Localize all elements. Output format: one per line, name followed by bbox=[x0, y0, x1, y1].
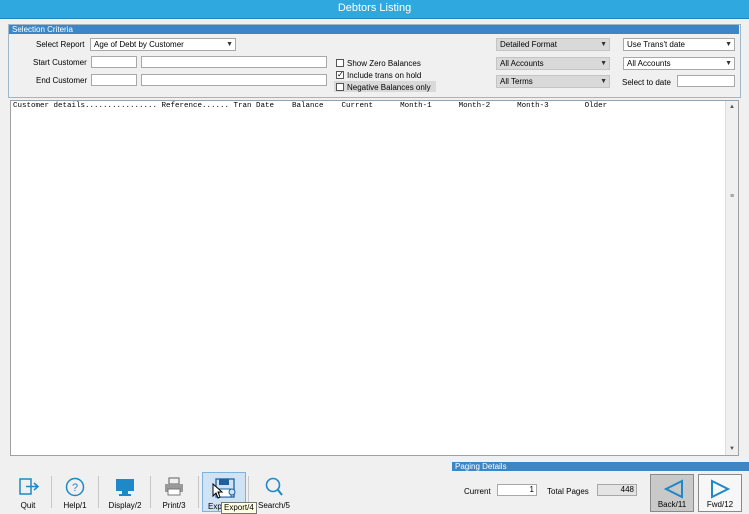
chevron-down-icon: ▼ bbox=[226, 41, 233, 48]
start-customer-label: Start Customer bbox=[33, 58, 87, 67]
window-title: Debtors Listing bbox=[337, 2, 412, 14]
current-page-input[interactable]: 1 bbox=[497, 484, 537, 496]
paging-details-header: Paging Details bbox=[452, 462, 749, 471]
mouse-cursor-icon bbox=[212, 483, 224, 499]
selection-criteria-header: Selection Criteria bbox=[9, 25, 739, 34]
scroll-grip-icon[interactable]: ≡ bbox=[728, 193, 736, 200]
chevron-down-icon: ▼ bbox=[600, 41, 607, 48]
select-report-dropdown[interactable]: Age of Debt by Customer ▼ bbox=[90, 38, 236, 51]
show-zero-balances-checkbox[interactable] bbox=[336, 59, 344, 67]
search-icon bbox=[265, 477, 283, 496]
quit-label: Quit bbox=[20, 501, 36, 510]
back-button-label: Back/11 bbox=[657, 500, 687, 509]
back-button[interactable]: Back/11 bbox=[650, 474, 694, 512]
include-trans-on-hold-checkbox[interactable]: ✓ bbox=[336, 71, 344, 79]
total-pages-label: Total Pages bbox=[547, 487, 589, 496]
toolbar-divider bbox=[98, 476, 99, 508]
title-bar: Debtors Listing bbox=[0, 0, 749, 19]
start-customer-name-input[interactable] bbox=[141, 56, 327, 68]
accounts-value-1: All Accounts bbox=[500, 59, 544, 68]
print-label: Print/3 bbox=[162, 501, 186, 510]
include-trans-on-hold-label: Include trans on hold bbox=[347, 71, 422, 80]
vertical-scrollbar[interactable]: ▲ ≡ ▼ bbox=[725, 101, 738, 455]
monitor-icon bbox=[116, 479, 134, 496]
accounts-dropdown-1[interactable]: All Accounts ▼ bbox=[496, 57, 610, 70]
scroll-down-icon[interactable]: ▼ bbox=[726, 443, 738, 455]
chevron-down-icon: ▼ bbox=[725, 60, 732, 67]
export-tooltip: Export/4 bbox=[221, 502, 257, 514]
end-customer-code-input[interactable] bbox=[91, 74, 137, 86]
report-list[interactable]: Customer details................ Referen… bbox=[10, 100, 739, 456]
current-page-label: Current bbox=[464, 487, 491, 496]
toolbar-divider bbox=[198, 476, 199, 508]
svg-text:?: ? bbox=[72, 482, 78, 494]
search-label: Search/5 bbox=[257, 501, 291, 510]
terms-value: All Terms bbox=[500, 77, 533, 86]
end-customer-name-input[interactable] bbox=[141, 74, 327, 86]
print-button[interactable]: Print/3 bbox=[154, 472, 194, 512]
total-pages-value: 448 bbox=[597, 484, 637, 496]
start-customer-code-input[interactable] bbox=[91, 56, 137, 68]
negative-balances-only-label: Negative Balances only bbox=[347, 83, 431, 92]
format-value: Detailed Format bbox=[500, 40, 557, 49]
quit-button[interactable]: Quit bbox=[8, 472, 48, 512]
forward-button-label: Fwd/12 bbox=[706, 500, 734, 509]
help-icon: ? bbox=[65, 477, 85, 497]
back-arrow-icon bbox=[663, 479, 683, 499]
select-report-label: Select Report bbox=[36, 40, 85, 49]
chevron-down-icon: ▼ bbox=[725, 41, 732, 48]
scroll-up-icon[interactable]: ▲ bbox=[726, 101, 738, 113]
chevron-down-icon: ▼ bbox=[600, 78, 607, 85]
exit-icon bbox=[19, 478, 40, 495]
display-button[interactable]: Display/2 bbox=[102, 472, 148, 512]
select-to-date-label: Select to date bbox=[622, 78, 671, 87]
accounts-value-2: All Accounts bbox=[627, 59, 671, 68]
forward-button[interactable]: Fwd/12 bbox=[698, 474, 742, 512]
chevron-down-icon: ▼ bbox=[600, 60, 607, 67]
forward-arrow-icon bbox=[711, 479, 731, 499]
end-customer-label: End Customer bbox=[36, 76, 88, 85]
date-mode-dropdown[interactable]: Use Trans't date ▼ bbox=[623, 38, 735, 51]
select-to-date-input[interactable] bbox=[677, 75, 735, 87]
printer-icon bbox=[165, 477, 183, 496]
toolbar-divider bbox=[51, 476, 52, 508]
floppy-disk-icon bbox=[215, 478, 236, 498]
search-button[interactable]: Search/5 bbox=[252, 472, 296, 512]
show-zero-balances-label: Show Zero Balances bbox=[347, 59, 421, 68]
help-button[interactable]: ? Help/1 bbox=[55, 472, 95, 512]
terms-dropdown[interactable]: All Terms ▼ bbox=[496, 75, 610, 88]
help-label: Help/1 bbox=[63, 501, 87, 510]
select-report-value: Age of Debt by Customer bbox=[94, 40, 184, 49]
date-mode-value: Use Trans't date bbox=[627, 40, 685, 49]
negative-balances-only-checkbox[interactable] bbox=[336, 83, 344, 91]
checkmark-icon: ✓ bbox=[337, 70, 344, 79]
display-label: Display/2 bbox=[108, 501, 142, 510]
list-column-headers: Customer details................ Referen… bbox=[13, 102, 608, 110]
accounts-dropdown-2[interactable]: All Accounts ▼ bbox=[623, 57, 735, 70]
format-dropdown[interactable]: Detailed Format ▼ bbox=[496, 38, 610, 51]
toolbar-divider bbox=[150, 476, 151, 508]
